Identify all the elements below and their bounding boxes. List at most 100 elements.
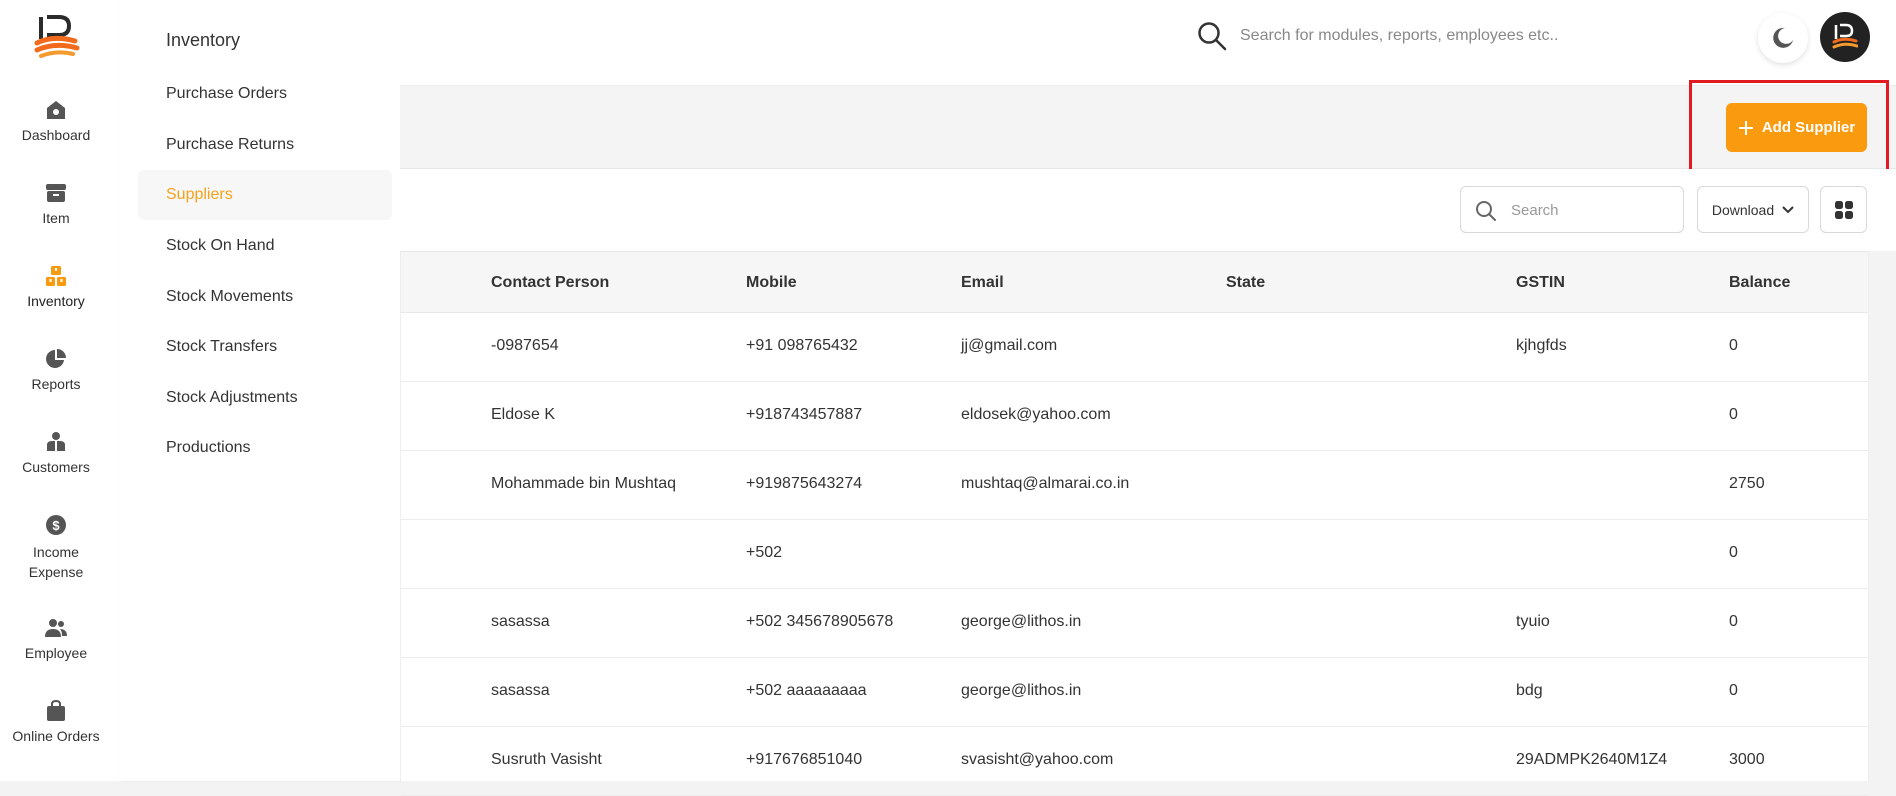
cell-balance: 0 [1729, 613, 1738, 630]
customers-icon [44, 430, 68, 454]
avatar[interactable] [1820, 12, 1870, 62]
cell-balance: 0 [1729, 406, 1738, 423]
submenu-item-stock-adjustments[interactable]: Stock Adjustments [138, 373, 392, 423]
rail-item-label: Customers [22, 459, 90, 475]
theme-toggle-button[interactable] [1758, 13, 1808, 63]
cell-email: svasisht@yahoo.com [961, 751, 1114, 768]
rail-item-customers[interactable]: Customers [0, 430, 112, 475]
rail-item-employee[interactable]: Employee [0, 616, 112, 661]
rail-item-online-orders[interactable]: Online Orders [0, 699, 112, 744]
submenu-title: Inventory [166, 30, 241, 50]
rail-item-label: Inventory [27, 293, 85, 309]
table-row[interactable]: Susruth Vasisht +917676851040 svasisht@y… [401, 727, 1868, 796]
submenu-item-purchase-orders[interactable]: Purchase Orders [138, 69, 392, 119]
column-header-mobile[interactable]: Mobile [746, 274, 797, 292]
submenu-item-stock-movements[interactable]: Stock Movements [138, 272, 392, 322]
cell-mobile: +918743457887 [746, 406, 863, 423]
download-label: Download [1711, 201, 1775, 218]
home-icon [44, 98, 68, 122]
column-header-contact-person[interactable]: Contact Person [491, 274, 609, 292]
rail-item-label: Item [42, 210, 70, 226]
rail-item-label: Dashboard [21, 127, 91, 143]
rail-item-reports[interactable]: Reports [0, 347, 112, 392]
employee-icon [44, 616, 68, 640]
grid-icon [1835, 201, 1853, 219]
suppliers-table: Contact Person Mobile Email State GSTIN … [400, 251, 1869, 796]
cell-email: jj@gmail.com [961, 337, 1058, 354]
add-supplier-button[interactable]: Add Supplier [1726, 103, 1867, 152]
bag-icon [44, 699, 68, 723]
table-row[interactable]: sasassa +502 aaaaaaaaa george@lithos.in … [401, 658, 1868, 727]
cell-email: eldosek@yahoo.com [961, 406, 1111, 423]
column-header-balance[interactable]: Balance [1729, 274, 1790, 292]
cell-mobile: +502 [746, 544, 783, 561]
cell-mobile: +502 345678905678 [746, 613, 894, 630]
cell-gstin: kjhgfds [1516, 337, 1567, 354]
table-search-input[interactable] [1509, 197, 1673, 224]
cell-gstin: tyuio [1516, 613, 1550, 630]
table-row[interactable]: Mohammade bin Mushtaq +919875643274 mush… [401, 451, 1868, 520]
table-row[interactable]: sasassa +502 345678905678 george@lithos.… [401, 589, 1868, 658]
cell-mobile: +919875643274 [746, 475, 863, 492]
grid-view-button[interactable] [1820, 186, 1867, 233]
table-row[interactable]: -0987654 +91 098765432 jj@gmail.com kjhg… [401, 313, 1868, 382]
chevron-down-icon [1782, 205, 1794, 213]
cell-mobile: +502 aaaaaaaaa [746, 682, 867, 699]
column-header-state[interactable]: State [1226, 274, 1265, 292]
svg-text:$: $ [52, 518, 60, 533]
submenu-item-stock-on-hand[interactable]: Stock On Hand [138, 221, 392, 271]
cell-email: george@lithos.in [961, 613, 1082, 630]
inventory-submenu: Inventory Purchase Orders Purchase Retur… [120, 0, 400, 781]
cell-email: george@lithos.in [961, 682, 1082, 699]
submenu-item-suppliers[interactable]: Suppliers [138, 170, 392, 220]
table-search[interactable] [1460, 186, 1684, 233]
submenu-item-stock-transfers[interactable]: Stock Transfers [138, 322, 392, 372]
brand-logo-icon [1832, 23, 1858, 49]
plus-icon [1738, 120, 1753, 135]
cell-contact-person: Eldose K [491, 406, 556, 423]
table-toolbar: Download [400, 169, 1896, 251]
cell-contact-person: Mohammade bin Mushtaq [491, 475, 676, 492]
cell-balance: 3000 [1729, 751, 1765, 768]
box-icon [44, 181, 68, 205]
column-header-email[interactable]: Email [961, 274, 1004, 292]
download-dropdown[interactable]: Download [1697, 186, 1809, 233]
cell-gstin: 29ADMPK2640M1Z4 [1516, 751, 1668, 768]
rail-item-inventory[interactable]: Inventory [0, 264, 112, 309]
submenu-item-purchase-returns[interactable]: Purchase Returns [138, 120, 392, 170]
global-search-input[interactable]: Search for modules, reports, employees e… [1240, 27, 1558, 45]
rail-item-item[interactable]: Item [0, 181, 112, 226]
icon-rail: Dashboard Item Inventory Reports Custome… [0, 0, 121, 781]
dollar-icon: $ [44, 513, 68, 537]
moon-icon [1773, 27, 1793, 48]
cell-balance: 0 [1729, 544, 1738, 561]
cell-balance: 0 [1729, 337, 1738, 354]
cell-balance: 0 [1729, 682, 1738, 699]
table-row[interactable]: Eldose K +918743457887 eldosek@yahoo.com… [401, 382, 1868, 451]
cell-contact-person: sasassa [491, 682, 550, 699]
inventory-icon [44, 264, 68, 288]
rail-item-label: Income Expense [28, 544, 84, 580]
cell-email: mushtaq@almarai.co.in [961, 475, 1130, 492]
cell-contact-person: -0987654 [491, 337, 559, 354]
submenu-item-productions[interactable]: Productions [138, 423, 392, 473]
table-header: Contact Person Mobile Email State GSTIN … [401, 251, 1868, 313]
column-header-gstin[interactable]: GSTIN [1516, 274, 1565, 292]
rail-item-income-expense[interactable]: $ Income Expense [0, 513, 112, 582]
rail-item-dashboard[interactable]: Dashboard [0, 98, 112, 143]
app-logo[interactable] [33, 13, 81, 59]
search-icon[interactable] [1197, 21, 1227, 51]
cell-gstin: bdg [1516, 682, 1543, 699]
rail-item-label: Online Orders [12, 728, 100, 744]
pie-chart-icon [44, 347, 68, 371]
cell-mobile: +917676851040 [746, 751, 863, 768]
rail-item-label: Employee [24, 645, 88, 661]
cell-contact-person: sasassa [491, 613, 550, 630]
rail-item-label: Reports [31, 376, 81, 392]
search-icon [1476, 201, 1496, 221]
cell-contact-person: Susruth Vasisht [491, 751, 602, 768]
top-header: Search for modules, reports, employees e… [400, 0, 1896, 86]
cell-mobile: +91 098765432 [746, 337, 858, 354]
table-row[interactable]: +502 0 [401, 520, 1868, 589]
page-title-bar [400, 86, 1896, 169]
